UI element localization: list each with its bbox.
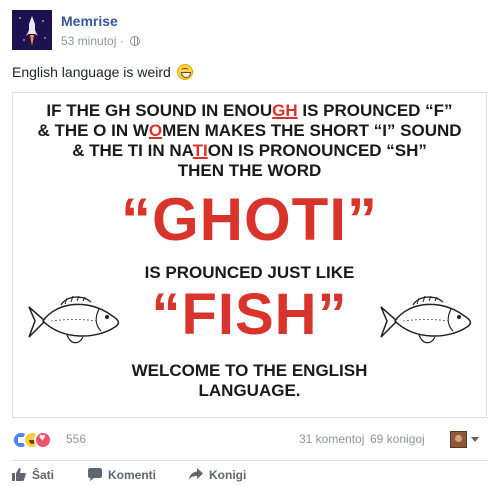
post-timestamp[interactable]: 53 minutoj — [61, 34, 116, 48]
share-button-label: Konigi — [209, 468, 247, 482]
fish-drawing-left-icon — [28, 295, 120, 344]
rocket-logo-icon — [12, 10, 52, 50]
love-reaction-icon — [34, 431, 52, 449]
image-text: MEN MAKES THE SHORT “I” SOUND — [162, 121, 462, 140]
image-text: & THE TI IN NA — [72, 141, 193, 160]
image-line-5: IS PROUNCED JUST LIKE — [144, 263, 355, 282]
image-highlight: O — [148, 121, 163, 140]
post-header: Memrise 53 minutoj · — [12, 10, 482, 52]
globe-icon — [130, 36, 141, 46]
post-text-content: English language is weird — [12, 64, 171, 80]
page-name-link[interactable]: Memrise — [61, 13, 118, 29]
share-button[interactable]: Konigi — [189, 468, 246, 482]
image-line-3: & THE TI IN NATION IS PRONOUNCED “SH” — [13, 141, 486, 161]
image-line-6: WELCOME TO THE ENGLISH — [131, 361, 368, 380]
thumbs-up-icon — [12, 468, 26, 481]
image-line-4: THEN THE WORD — [177, 161, 322, 180]
page-avatar[interactable] — [12, 10, 52, 50]
shares-count-link[interactable]: 69 konigoj — [370, 432, 425, 446]
image-text: & THE O IN W — [37, 121, 149, 140]
image-text: IF THE GH SOUND IN ENOU — [46, 101, 273, 120]
image-highlight: TI — [192, 141, 208, 160]
viewer-avatar[interactable] — [450, 431, 467, 448]
post-stats: 556 31 komentoj 69 konigoj — [12, 430, 482, 450]
image-text: ON IS PRONOUNCED “SH” — [207, 141, 427, 160]
image-line-7: LANGUAGE. — [198, 381, 301, 400]
ghoti-word: “GHOTI” — [121, 186, 378, 253]
meta-separator: · — [119, 34, 124, 48]
post-actions: Ŝati Komenti Konigi — [12, 466, 488, 484]
like-button-label: Ŝati — [32, 468, 55, 482]
image-text: IS PROUNCED “F” — [297, 101, 453, 120]
comment-bubble-icon — [88, 468, 102, 481]
post-meta: 53 minutoj · — [61, 34, 141, 48]
divider — [12, 460, 488, 461]
reaction-count[interactable]: 556 — [66, 432, 86, 446]
comment-button-label: Komenti — [108, 468, 156, 482]
post-image[interactable]: IF THE GH SOUND IN ENOUGH IS PROUNCED “F… — [12, 92, 487, 418]
image-line-1: IF THE GH SOUND IN ENOUGH IS PROUNCED “F… — [13, 101, 486, 121]
caret-down-icon[interactable] — [471, 437, 479, 442]
post-text: English language is weird — [12, 64, 193, 80]
share-arrow-icon — [189, 468, 203, 480]
image-highlight: GH — [272, 101, 298, 120]
grinning-emoji-icon — [176, 64, 193, 80]
image-line-2: & THE O IN WOMEN MAKES THE SHORT “I” SOU… — [13, 121, 486, 141]
fish-drawing-right-icon — [380, 295, 472, 344]
comments-count-link[interactable]: 31 komentoj — [299, 432, 364, 446]
like-button[interactable]: Ŝati — [12, 468, 54, 482]
comment-button[interactable]: Komenti — [88, 468, 156, 482]
